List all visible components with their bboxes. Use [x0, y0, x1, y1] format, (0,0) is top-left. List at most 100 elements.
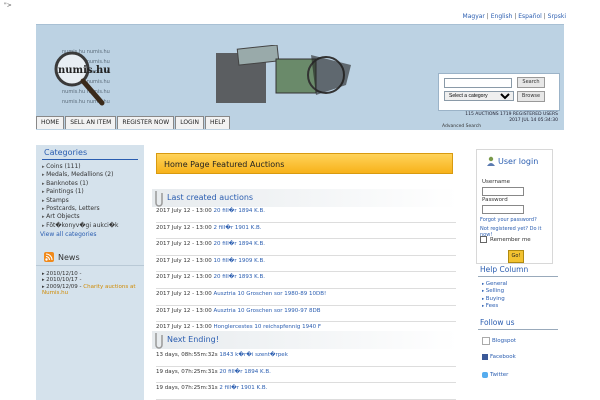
search-input[interactable] — [444, 78, 512, 88]
nav-home[interactable]: HOME — [36, 116, 65, 129]
news-date: 2009/12/09 - — [46, 283, 82, 290]
featured-auctions-banner: Home Page Featured Auctions — [156, 153, 453, 174]
password-label: Password — [482, 197, 508, 203]
auction-row: 2017 July 12 - 13:00 20 fill�r 1893 K.B. — [156, 272, 456, 289]
follow-us-title: Follow us — [480, 318, 515, 327]
categories-title: Categories — [44, 148, 88, 157]
category-item[interactable]: Medals, Medallions (2) — [42, 171, 144, 179]
category-item[interactable]: Paintings (1) — [42, 188, 144, 196]
stray-text: "> — [4, 2, 12, 9]
social-label: Twitter — [490, 372, 509, 378]
news-section: News 2010/12/10 - 2010/10/17 - 2009/12/0… — [36, 249, 144, 296]
row-time-left: 19 days, 07h:25m:31s — [156, 368, 218, 375]
social-blogspot[interactable]: Blogspot — [482, 337, 516, 345]
help-item-buying[interactable]: Buying — [482, 296, 507, 303]
view-all-categories-link[interactable]: View all categories — [36, 231, 144, 238]
row-date: 2017 July 12 - 13:00 — [156, 274, 212, 281]
password-field[interactable] — [482, 205, 524, 214]
auction-link[interactable]: 2 fill�r 1901 K.B. — [219, 385, 267, 391]
main-nav: HOME SELL AN ITEM REGISTER NOW LOGIN HEL… — [36, 116, 231, 130]
login-go-button[interactable]: Go! — [508, 250, 524, 263]
last-created-list: 2017 July 12 - 13:00 20 fill�r 1894 K.B.… — [156, 206, 456, 339]
next-ending-header: Next Ending! — [152, 331, 458, 349]
last-created-title: Last created auctions — [167, 193, 254, 202]
category-item[interactable]: Stamps — [42, 197, 144, 205]
username-field[interactable] — [482, 187, 524, 196]
category-item[interactable]: Banknotes (1) — [42, 180, 144, 188]
category-list: Coins (111) Medals, Medallions (2) Bankn… — [36, 163, 144, 230]
news-date: 2010/10/17 - — [46, 277, 82, 284]
nav-help[interactable]: HELP — [204, 116, 231, 129]
help-item-selling[interactable]: Selling — [482, 288, 507, 295]
lang-english[interactable]: English — [491, 13, 513, 20]
advanced-search-link[interactable]: Advanced Search — [442, 124, 481, 129]
numis-logo[interactable]: numis.hu numis.hu numis.hu numis.hu numi… — [42, 45, 130, 115]
auction-link[interactable]: Honglercestes 10 reichspfennig 1940 F — [213, 324, 321, 330]
category-select[interactable]: Select a category — [444, 91, 514, 101]
svg-text:numis.hu numis.hu: numis.hu numis.hu — [62, 89, 110, 95]
help-item-general[interactable]: General — [482, 281, 508, 288]
social-facebook[interactable]: Facebook — [482, 354, 516, 360]
auction-link[interactable]: Ausztria 10 Groschen sor 1990-97 8DB — [213, 308, 320, 314]
category-item[interactable]: Art Objects — [42, 213, 144, 221]
auction-row: 19 days, 07h:25m:31s 20 fill�r 1894 K.B. — [156, 367, 456, 384]
site-header: numis.hu numis.hu numis.hu numis.hu numi… — [36, 24, 564, 130]
stats-datetime: 2017 JUL 14 05:34:30 — [509, 118, 558, 123]
row-time-left: 19 days, 07h:25m:31s — [156, 385, 218, 392]
auction-link[interactable]: 10 fill�r 1909 K.B. — [213, 258, 265, 264]
remember-me-label: Remember me — [490, 236, 531, 243]
paperclip-icon — [155, 333, 163, 349]
category-item[interactable]: Coins (111) — [42, 163, 144, 171]
lang-srpski[interactable]: Srpski — [548, 13, 566, 20]
auction-link[interactable]: 2 fill�r 1901 K.B. — [213, 225, 261, 231]
category-item[interactable]: Postcards, Letters — [42, 205, 144, 213]
nav-register-now[interactable]: REGISTER NOW — [117, 116, 175, 129]
paperclip-icon — [155, 191, 163, 207]
nav-login[interactable]: LOGIN — [175, 116, 204, 129]
blogspot-icon — [482, 337, 490, 345]
browse-button[interactable]: Browse — [517, 91, 545, 102]
auction-row: 2017 July 12 - 13:00 2 fill�r 1901 K.B. — [156, 223, 456, 240]
next-ending-title: Next Ending! — [167, 335, 219, 344]
auction-link[interactable]: 20 fill�r 1893 K.B. — [213, 274, 265, 280]
login-title: User login — [498, 157, 539, 166]
auction-row: 2017 July 12 - 13:00 Ausztria 10 Grosche… — [156, 289, 456, 306]
auction-link[interactable]: 20 fill�r 1894 K.B. — [219, 369, 271, 375]
lang-espanol[interactable]: Español — [518, 13, 542, 20]
auction-row: 2017 July 12 - 13:00 20 fill�r 1894 K.B. — [156, 239, 456, 256]
auction-row: 2017 July 12 - 13:00 10 fill�r 1909 K.B. — [156, 256, 456, 273]
news-item: 2009/12/09 - Charity auctions at Numis.h… — [42, 284, 144, 297]
divider — [478, 329, 558, 330]
row-date: 2017 July 12 - 13:00 — [156, 307, 212, 314]
category-item[interactable]: Fõt�konyv�gi aukci�k — [42, 222, 144, 230]
left-sidebar: Categories Coins (111) Medals, Medallion… — [36, 145, 144, 400]
remember-me-checkbox[interactable] — [480, 236, 487, 243]
login-box: User login Username Password Forgot your… — [476, 149, 553, 264]
row-date: 2017 July 12 - 13:00 — [156, 290, 212, 297]
help-item-fees[interactable]: Fees — [482, 303, 507, 310]
auction-link[interactable]: Ausztria 10 Groschen sor 1980-89 10DB! — [213, 291, 326, 297]
last-created-header: Last created auctions — [152, 189, 458, 207]
search-panel: Search Select a category Browse — [438, 73, 560, 111]
main-content: Home Page Featured Auctions Last created… — [144, 145, 464, 400]
row-date: 2017 July 12 - 13:00 — [156, 224, 212, 231]
lang-magyar[interactable]: Magyar — [463, 13, 485, 20]
search-button[interactable]: Search — [517, 77, 545, 88]
auction-link[interactable]: 1843 k�r�i szent�rpek — [219, 352, 288, 358]
social-twitter[interactable]: Twitter — [482, 372, 508, 378]
remember-me-row: Remember me — [480, 236, 531, 243]
auction-row: 19 days, 07h:25m:31s 2 fill�r 1901 K.B. — [156, 383, 456, 400]
social-label: Facebook — [490, 354, 516, 360]
row-date: 2017 July 12 - 13:00 — [156, 324, 212, 331]
auction-link[interactable]: 20 fill�r 1894 K.B. — [213, 208, 265, 214]
rss-icon[interactable] — [44, 252, 54, 262]
row-date: 2017 July 12 - 13:00 — [156, 257, 212, 264]
auction-link[interactable]: 20 fill�r 1894 K.B. — [213, 241, 265, 247]
nav-sell-an-item[interactable]: SELL AN ITEM — [65, 116, 117, 129]
news-header: News — [36, 249, 144, 266]
language-switcher: Magyar | English | Español | Srpski — [462, 13, 566, 20]
social-label: Blogspot — [492, 338, 517, 344]
auction-row: 2017 July 12 - 13:00 20 fill�r 1894 K.B. — [156, 206, 456, 223]
news-date: 2010/12/10 - — [46, 271, 82, 277]
forgot-password-link[interactable]: Forgot your password? — [480, 217, 537, 223]
